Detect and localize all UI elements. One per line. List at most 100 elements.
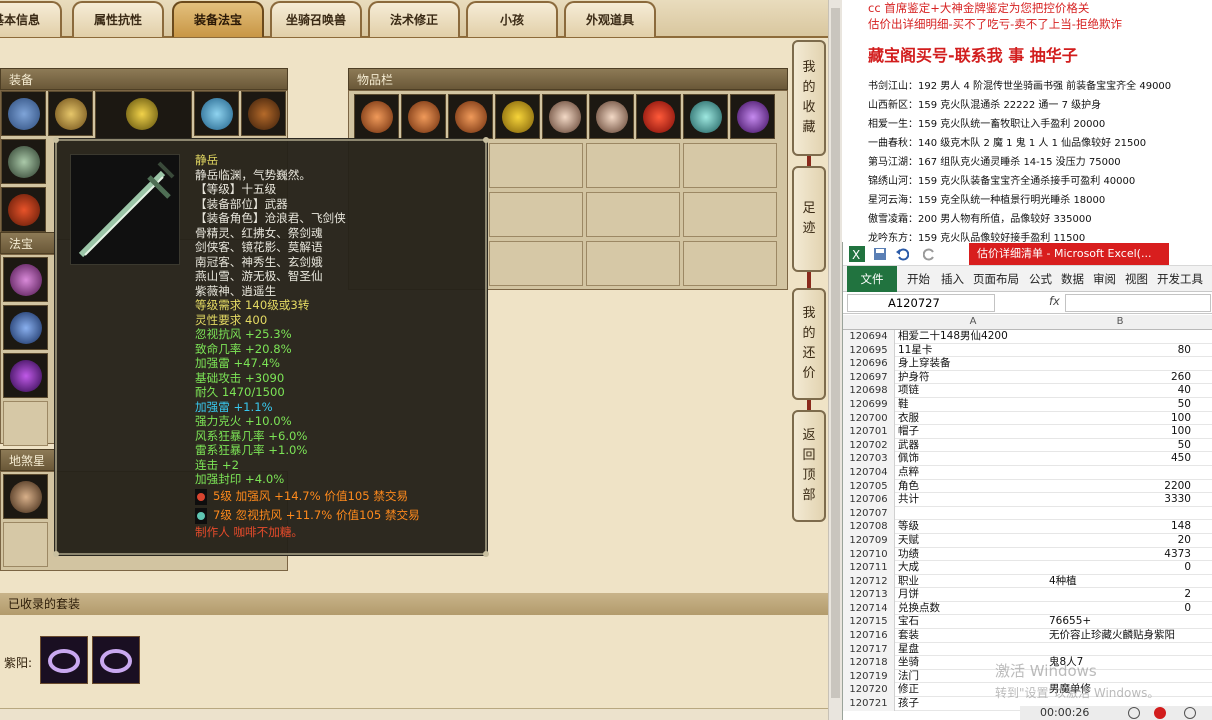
back-to-top-button[interactable]: 返回顶部 [792, 410, 826, 522]
save-icon[interactable] [873, 247, 887, 261]
inventory-item-6[interactable] [589, 94, 634, 139]
equip-slot-shoes[interactable] [1, 187, 46, 232]
cell-b[interactable]: 76655+ [1049, 615, 1191, 629]
row-number[interactable]: 120710 [843, 547, 895, 562]
inventory-empty-slot[interactable] [586, 241, 680, 286]
table-row[interactable]: 120699 鞋 50 [843, 397, 1212, 412]
cell-b[interactable]: 4373 [1049, 548, 1191, 562]
suit-icon-ring-2[interactable] [92, 636, 140, 684]
ribbon-tab-developer[interactable]: 开发工具 [1157, 271, 1203, 287]
equip-slot-belt[interactable] [241, 91, 286, 136]
inventory-empty-slot[interactable] [489, 192, 583, 237]
inventory-empty-slot[interactable] [489, 143, 583, 188]
cell-b[interactable]: 50 [1049, 439, 1191, 453]
table-row[interactable]: 120702 武器 50 [843, 438, 1212, 453]
row-number[interactable]: 120714 [843, 601, 895, 616]
cell-b[interactable]: 2200 [1049, 480, 1191, 494]
cell-b[interactable]: 40 [1049, 384, 1191, 398]
cell-a[interactable]: 衣服 [898, 412, 1048, 426]
row-number[interactable]: 120698 [843, 384, 895, 398]
cell-a[interactable]: 11星卡 [898, 344, 1048, 358]
footprint-button[interactable]: 足迹 [792, 166, 826, 272]
table-row[interactable]: 120711 大成 0 [843, 561, 1212, 575]
cell-b[interactable]: 0 [1049, 561, 1191, 575]
cell-a[interactable]: 鞋 [898, 398, 1048, 412]
camera-icon[interactable] [1184, 707, 1196, 719]
ribbon-tab-review[interactable]: 审阅 [1093, 271, 1116, 287]
row-number[interactable]: 120702 [843, 438, 895, 453]
tab-mounts[interactable]: 坐骑召唤兽 [270, 1, 362, 37]
treasure-slot-empty[interactable] [3, 401, 48, 446]
inventory-item-8[interactable] [683, 94, 728, 139]
cell-b[interactable]: 3330 [1049, 493, 1191, 507]
star-slot-1[interactable] [3, 474, 48, 519]
ribbon-tab-insert[interactable]: 插入 [941, 271, 964, 287]
table-row[interactable]: 120716 套装 无价容止珍藏火麟贴身紫阳 [843, 629, 1212, 643]
table-row[interactable]: 120704 点粹 [843, 465, 1212, 480]
tab-child[interactable]: 小孩 [466, 1, 558, 37]
formula-input[interactable] [1065, 294, 1211, 312]
row-number[interactable]: 120700 [843, 411, 895, 426]
table-row[interactable]: 120700 衣服 100 [843, 411, 1212, 426]
my-counteroffer-button[interactable]: 我的还价 [792, 288, 826, 400]
ribbon-tab-layout[interactable]: 页面布局 [973, 271, 1019, 287]
column-a-header[interactable]: A [898, 316, 1048, 327]
inventory-empty-slot[interactable] [586, 192, 680, 237]
row-number[interactable]: 120715 [843, 615, 895, 630]
row-number[interactable]: 120718 [843, 656, 895, 670]
cell-b[interactable]: 80 [1049, 344, 1191, 358]
cell-b[interactable]: 100 [1049, 412, 1191, 426]
row-number[interactable]: 120711 [843, 561, 895, 575]
inventory-empty-slot[interactable] [586, 143, 680, 188]
cell-b[interactable]: 450 [1049, 452, 1191, 466]
ribbon-tab-formulas[interactable]: 公式 [1029, 271, 1052, 287]
cell-a[interactable]: 武器 [898, 439, 1048, 453]
scrollbar-thumb[interactable] [831, 8, 840, 698]
ribbon-tab-data[interactable]: 数据 [1061, 271, 1084, 287]
inventory-item-3[interactable] [448, 94, 493, 139]
row-number[interactable]: 120707 [843, 506, 895, 521]
cell-a[interactable]: 天赋 [898, 534, 1048, 548]
table-row[interactable]: 120706 共计 3330 [843, 493, 1212, 507]
inventory-item-1[interactable] [354, 94, 399, 139]
cell-a[interactable]: 角色 [898, 480, 1048, 494]
ribbon-tab-view[interactable]: 视图 [1125, 271, 1148, 287]
cell-b[interactable]: 100 [1049, 425, 1191, 439]
cell-b[interactable]: 无价容止珍藏火麟贴身紫阳 [1049, 629, 1191, 643]
equip-slot-weapon[interactable] [1, 139, 46, 184]
table-row[interactable]: 120705 角色 2200 [843, 479, 1212, 494]
row-number[interactable]: 120713 [843, 588, 895, 602]
cell-a[interactable]: 点粹 [898, 466, 1048, 480]
table-row[interactable]: 120694 相爱二十148男仙4200 [843, 330, 1212, 344]
equip-slot-armor[interactable] [194, 91, 239, 136]
table-row[interactable]: 120712 职业 4种植 [843, 574, 1212, 589]
row-number[interactable]: 120696 [843, 357, 895, 371]
equip-slot-necklace[interactable] [48, 91, 93, 136]
table-row[interactable]: 120703 佩饰 450 [843, 452, 1212, 466]
star-slot-empty[interactable] [3, 522, 48, 567]
suit-icon-ring-1[interactable] [40, 636, 88, 684]
column-b-header[interactable]: B [1049, 316, 1191, 327]
row-number[interactable]: 120697 [843, 370, 895, 385]
row-number[interactable]: 120716 [843, 629, 895, 643]
cell-a[interactable]: 星盘 [898, 643, 1048, 657]
equip-slot-weapon-display[interactable] [95, 91, 192, 139]
pause-icon[interactable] [1128, 707, 1140, 719]
table-row[interactable]: 120708 等级 148 [843, 520, 1212, 534]
cell-b[interactable]: 2 [1049, 588, 1191, 602]
name-box[interactable]: A120727 [847, 294, 995, 312]
treasure-slot-1[interactable] [3, 257, 48, 302]
inventory-empty-slot[interactable] [489, 241, 583, 286]
row-number[interactable]: 120720 [843, 683, 895, 698]
row-number[interactable]: 120699 [843, 397, 895, 412]
my-favorites-button[interactable]: 我的收藏 [792, 40, 826, 156]
cell-b[interactable]: 20 [1049, 534, 1191, 548]
file-tab[interactable]: 文件 [847, 266, 897, 292]
horizontal-scrollbar[interactable] [0, 708, 830, 720]
treasure-slot-2[interactable] [3, 305, 48, 350]
cell-a[interactable]: 大成 [898, 561, 1048, 575]
row-number[interactable]: 120706 [843, 493, 895, 507]
row-number[interactable]: 120712 [843, 574, 895, 589]
inventory-empty-slot[interactable] [683, 241, 777, 286]
cell-b[interactable]: 260 [1049, 371, 1191, 385]
